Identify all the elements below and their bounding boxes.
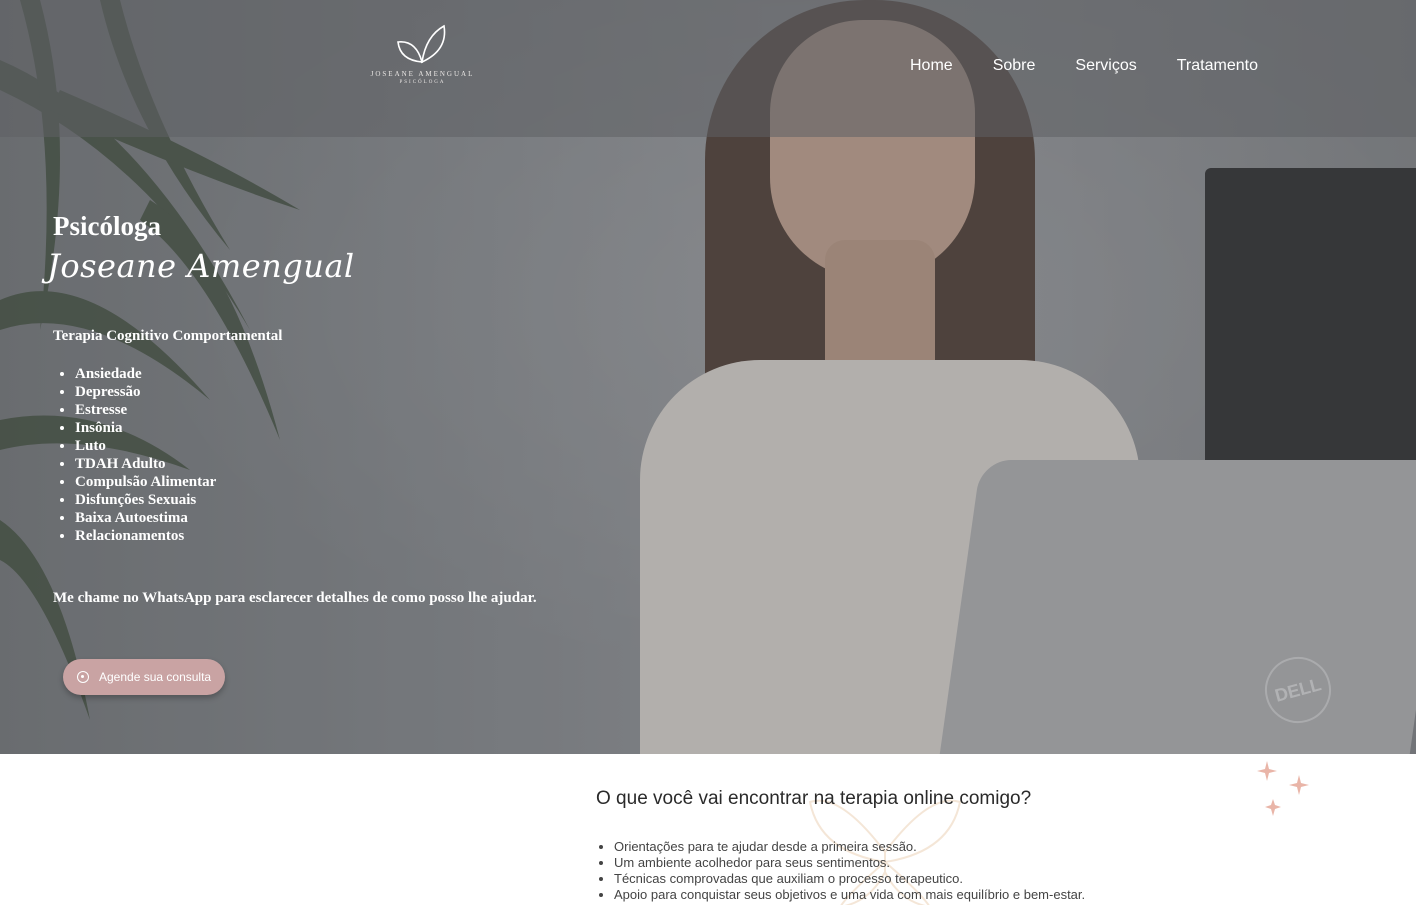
condition-item: Disfunções Sexuais <box>75 491 537 509</box>
benefit-item: Orientações para te ajudar desde a prime… <box>614 839 1085 855</box>
benefits-list: Orientações para te ajudar desde a prime… <box>614 839 1085 903</box>
logo-name: JOSEANE AMENGUAL <box>370 70 475 78</box>
benefit-item: Apoio para conquistar seus objetivos e u… <box>614 887 1085 903</box>
whatsapp-icon <box>77 671 89 683</box>
site-header: JOSEANE AMENGUAL PSICÓLOGA Home Sobre Se… <box>0 0 1416 137</box>
condition-item: Baixa Autoestima <box>75 509 537 527</box>
main-nav: Home Sobre Serviços Tratamento <box>910 57 1258 75</box>
condition-item: Depressão <box>75 383 537 401</box>
hero-content: Psicóloga Joseane Amengual Terapia Cogni… <box>47 210 537 607</box>
nav-servicos[interactable]: Serviços <box>1075 57 1136 75</box>
condition-item: Ansiedade <box>75 365 537 383</box>
nav-sobre[interactable]: Sobre <box>993 57 1036 75</box>
condition-item: Estresse <box>75 401 537 419</box>
butterfly-logo-icon <box>397 24 446 64</box>
site-logo[interactable]: JOSEANE AMENGUAL PSICÓLOGA <box>370 22 475 92</box>
hero-subtitle: Terapia Cognitivo Comportamental <box>53 328 283 344</box>
condition-item: TDAH Adulto <box>75 455 537 473</box>
nav-tratamento[interactable]: Tratamento <box>1177 57 1258 75</box>
schedule-button[interactable]: Agende sua consulta <box>63 659 225 695</box>
therapy-section: O que você vai encontrar na terapia onli… <box>0 754 1416 905</box>
hero-title: Psicóloga <box>53 211 161 241</box>
benefit-item: Técnicas comprovadas que auxiliam o proc… <box>614 871 1085 887</box>
benefit-item: Um ambiente acolhedor para seus sentimen… <box>614 855 1085 871</box>
condition-item: Luto <box>75 437 537 455</box>
logo-subtitle: PSICÓLOGA <box>399 80 446 85</box>
condition-item: Compulsão Alimentar <box>75 473 537 491</box>
conditions-list: Ansiedade Depressão Estresse Insônia Lut… <box>53 365 537 545</box>
sparkles-icon <box>1257 761 1309 816</box>
condition-item: Relacionamentos <box>75 527 537 545</box>
cta-text: Me chame no WhatsApp para esclarecer det… <box>53 590 537 606</box>
nav-home[interactable]: Home <box>910 57 953 75</box>
schedule-button-label: Agende sua consulta <box>99 670 212 684</box>
section-title: O que você vai encontrar na terapia onli… <box>596 788 1032 809</box>
condition-item: Insônia <box>75 419 537 437</box>
hero-name: Joseane Amengual <box>47 247 355 285</box>
